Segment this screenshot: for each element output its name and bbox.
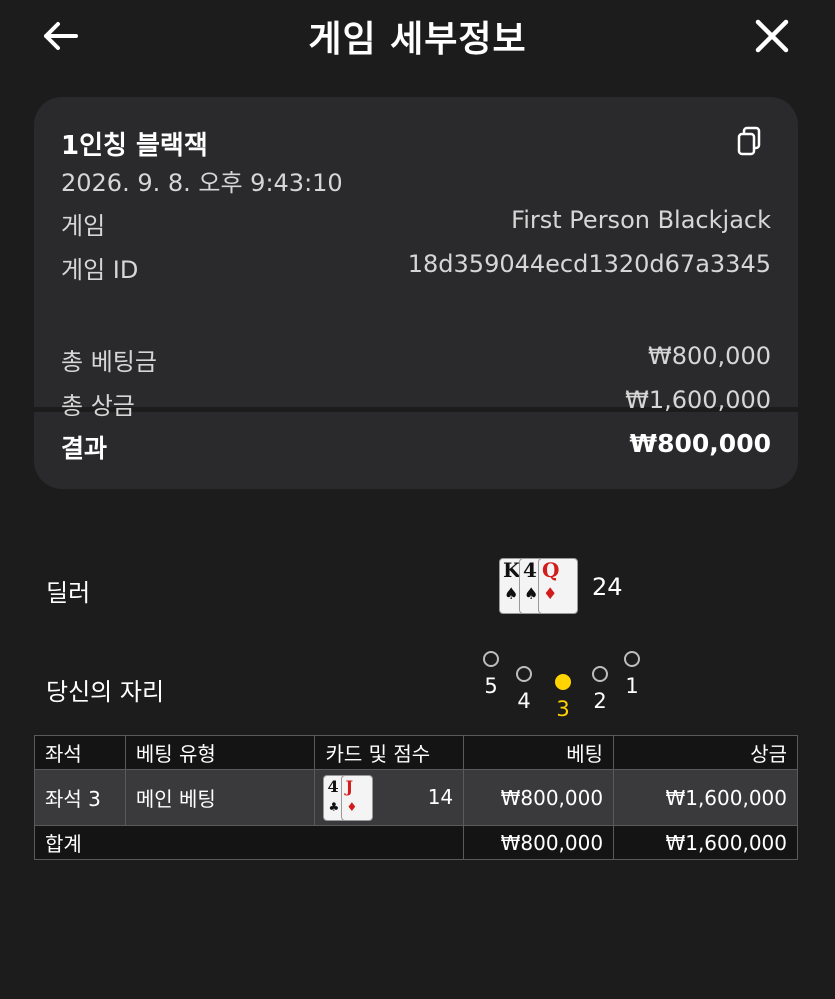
card-rank: Q	[542, 558, 560, 582]
game-id-label: 게임 ID	[61, 256, 139, 284]
total-label: 합계	[33, 825, 465, 860]
card-suit: ♠	[524, 584, 539, 603]
seat-dot-4[interactable]	[516, 666, 532, 682]
seat-number-1: 1	[625, 674, 639, 698]
header-seat: 좌석	[34, 735, 126, 770]
dealer-score: 24	[592, 573, 623, 601]
game-id-value: 18d359044ecd1320d67a3345	[407, 250, 771, 278]
seat-dot-2[interactable]	[592, 666, 608, 682]
header-bet-type: 베팅 유형	[124, 735, 316, 770]
card-rank: 4	[523, 558, 537, 582]
row-bet: ₩800,000	[463, 769, 615, 826]
row-cards-score: 4 ♣ J ♦ 14	[314, 769, 465, 826]
total-bet-label: 총 베팅금	[61, 348, 157, 376]
seat-number-2: 2	[593, 689, 607, 713]
result-value: ₩800,000	[629, 429, 771, 458]
seat-number-3: 3	[556, 697, 570, 721]
table-header-row: 좌석 베팅 유형 카드 및 점수 베팅 상금	[34, 735, 798, 770]
row-bet-type: 메인 베팅	[124, 769, 316, 826]
game-datetime: 2026. 9. 8. 오후 9:43:10	[61, 169, 343, 197]
header-bet: 베팅	[463, 735, 615, 770]
bets-table: 좌석 베팅 유형 카드 및 점수 베팅 상금 좌석 3 메인 베팅 4 ♣ J ♦ 1…	[33, 735, 798, 860]
close-button[interactable]	[746, 12, 798, 60]
seat-number-5: 5	[484, 674, 498, 698]
seat-label: 당신의 자리	[46, 678, 165, 706]
row-score: 14	[427, 785, 454, 809]
dealer-label: 딜러	[46, 579, 91, 607]
card-suit: ♠	[504, 584, 519, 603]
header-cards-score: 카드 및 점수	[314, 735, 465, 770]
summary-card: 1인칭 블랙잭 2026. 9. 8. 오후 9:43:10 게임 First …	[34, 97, 798, 489]
game-label: 게임	[61, 212, 106, 240]
copy-icon	[737, 126, 761, 156]
row-win: ₩1,600,000	[613, 769, 798, 826]
card-rank: K	[503, 558, 521, 582]
dealer-card: Q ♦	[538, 558, 578, 614]
table-row: 좌석 3 메인 베팅 4 ♣ J ♦ 14 ₩800,000 ₩1,600,000	[34, 769, 798, 826]
seat-dot-5[interactable]	[483, 651, 499, 667]
card-suit: ♦	[346, 799, 358, 814]
game-value: First Person Blackjack	[511, 206, 771, 234]
header-win: 상금	[613, 735, 798, 770]
close-icon	[755, 19, 789, 53]
result-label: 결과	[61, 434, 108, 463]
row-seat: 좌석 3	[34, 769, 126, 826]
card-suit: ♣	[328, 799, 340, 814]
copy-button[interactable]	[734, 125, 766, 157]
total-row: 합계 ₩800,000 ₩1,600,000	[33, 825, 798, 860]
card-suit: ♦	[543, 584, 558, 603]
seat-dot-3[interactable]	[555, 674, 571, 690]
seat-dot-1[interactable]	[624, 651, 640, 667]
total-win-value: ₩1,600,000	[625, 386, 771, 414]
seat-number-4: 4	[517, 689, 531, 713]
row-card: J ♦	[341, 774, 374, 821]
header: 게임 세부정보	[0, 0, 835, 80]
total-bet: ₩800,000	[463, 825, 615, 860]
page-title: 게임 세부정보	[308, 19, 527, 60]
total-win: ₩1,600,000	[613, 825, 798, 860]
card-rank: 4	[327, 776, 339, 796]
game-name: 1인칭 블랙잭	[61, 131, 208, 161]
card-rank: J	[345, 776, 354, 796]
total-win-label: 총 상금	[61, 392, 135, 420]
total-bet-value: ₩800,000	[648, 342, 771, 370]
